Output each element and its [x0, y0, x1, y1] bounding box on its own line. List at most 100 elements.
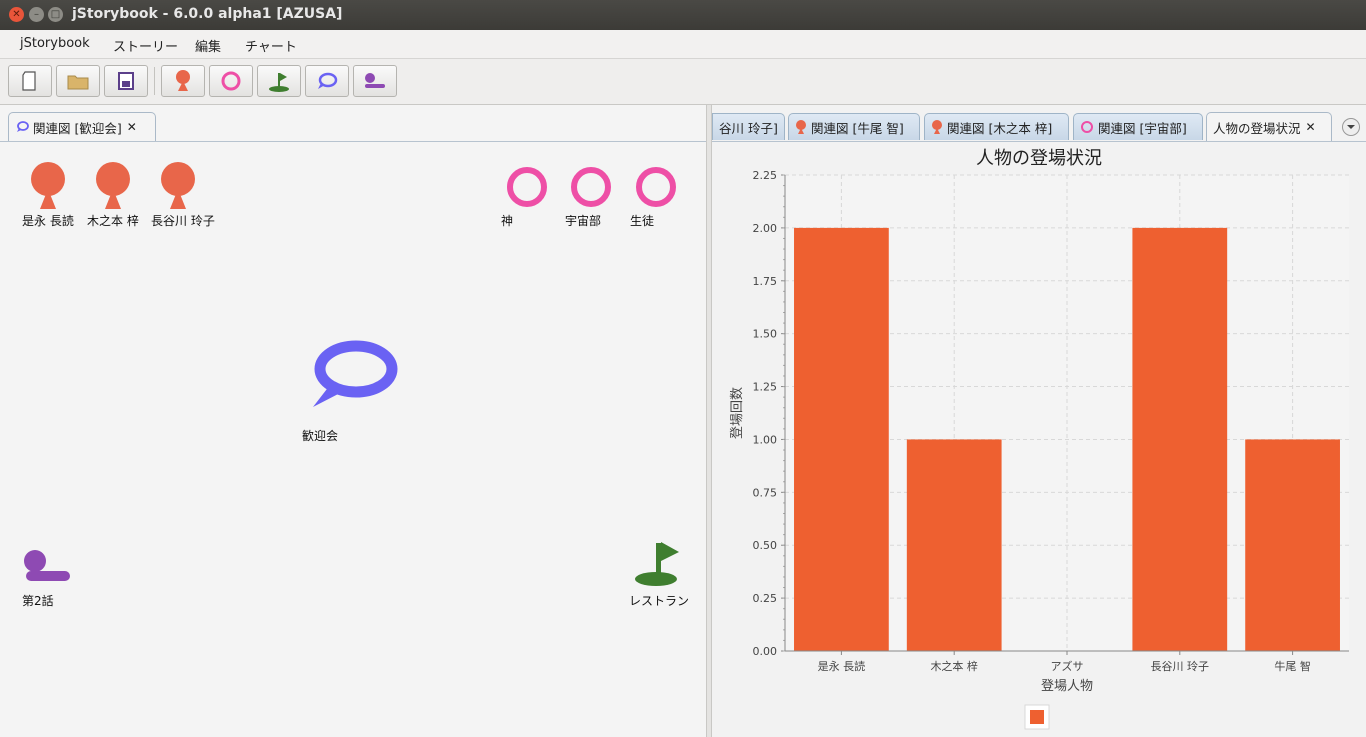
y-axis-label: 登場回数 [730, 387, 745, 439]
x-axis: 是永 長読 木之本 梓 アズサ 長谷川 玲子 牛尾 智 [785, 650, 1349, 673]
person-icon [176, 70, 190, 91]
bar-chart: 0.00 0.25 0.50 0.75 1.00 1.25 1.50 1.75 2.00 2.25… [730, 169, 1349, 730]
y-tick-label: 1.75 [753, 275, 778, 288]
new-chapter-button[interactable] [353, 65, 397, 97]
tab-character-appearance[interactable]: 人物の登場状況 ✕ [1206, 112, 1332, 141]
tab-close-icon[interactable]: ✕ [127, 120, 137, 134]
place-icon [635, 542, 679, 586]
scene-node[interactable] [308, 337, 402, 415]
y-axis: 0.00 0.25 0.50 0.75 1.00 1.25 1.50 1.75 2.00 2.25 [753, 169, 786, 658]
person-node[interactable] [29, 161, 67, 215]
save-button[interactable] [104, 65, 148, 97]
window-minimize-button[interactable]: – [29, 7, 44, 22]
tab-label: 谷川 玲子] [719, 120, 778, 136]
window-title: jStorybook - 6.0.0 alpha1 [AZUSA] [72, 6, 343, 22]
x-axis-label: 登場人物 [1041, 679, 1093, 694]
person-node[interactable] [94, 161, 132, 215]
person-icon [96, 162, 130, 209]
new-file-button[interactable] [8, 65, 52, 97]
person-icon [161, 162, 195, 209]
toolbar-separator [154, 67, 155, 95]
x-tick-label: 木之本 梓 [930, 659, 978, 673]
y-tick-label: 1.00 [753, 433, 778, 446]
group-node[interactable] [634, 165, 678, 213]
menu-bar: jStorybook ストーリー 編集 チャート [0, 30, 1366, 59]
title-bar: ✕ – □ jStorybook - 6.0.0 alpha1 [AZUSA] [0, 0, 1366, 30]
place-label: レストラン [629, 594, 690, 608]
person-icon [932, 119, 942, 134]
tab-label: 人物の登場状況 [1213, 120, 1301, 136]
legend-swatch [1030, 710, 1044, 724]
group-node[interactable] [569, 165, 613, 213]
new-place-button[interactable] [257, 65, 301, 97]
y-tick-label: 2.25 [753, 169, 778, 182]
tab-label: 関連図 [宇宙部] [1098, 120, 1187, 136]
group-icon [507, 167, 547, 207]
window-maximize-button[interactable]: □ [48, 7, 63, 22]
person-icon [31, 162, 65, 209]
place-icon [269, 73, 289, 92]
chevron-down-icon [1347, 125, 1355, 129]
group-icon [1081, 121, 1093, 133]
new-person-button[interactable] [161, 65, 205, 97]
tab-label: 関連図 [木之本 梓] [947, 120, 1053, 136]
scene-icon [313, 340, 398, 407]
person-label: 木之本 梓 [87, 214, 139, 228]
group-icon [221, 71, 241, 91]
y-tick-label: 0.50 [753, 539, 778, 552]
tab-relation-ushio[interactable]: 関連図 [牛尾 智] [788, 113, 920, 140]
scene-icon [318, 72, 338, 89]
tab-label: 関連図 [歓迎会] [33, 120, 122, 136]
x-tick-label: アズサ [1051, 659, 1084, 673]
x-tick-label: 牛尾 智 [1274, 659, 1311, 673]
group-label: 生徒 [630, 214, 655, 228]
relation-diagram-pane: 関連図 [歓迎会] ✕ 是永 長読 木之本 梓 長谷川 玲子 神 宇宙部 生徒 … [0, 105, 707, 737]
open-folder-icon [67, 75, 89, 90]
chapter-icon [365, 73, 385, 88]
bar [1132, 227, 1228, 651]
chart-pane: 谷川 玲子] 関連図 [牛尾 智] 関連図 [木之本 梓] 関連図 [宇宙部] … [712, 105, 1366, 737]
new-file-icon [22, 71, 36, 91]
y-tick-label: 1.50 [753, 328, 778, 341]
open-folder-button[interactable] [56, 65, 100, 97]
menu-story[interactable]: ストーリー [113, 36, 178, 55]
bar [906, 439, 1002, 651]
new-scene-button[interactable] [305, 65, 349, 97]
place-node[interactable] [632, 539, 682, 593]
chapter-label: 第2話 [22, 594, 54, 608]
person-label: 是永 長読 [22, 214, 74, 228]
scene-label: 歓迎会 [302, 429, 339, 443]
tab-relation-space-club[interactable]: 関連図 [宇宙部] [1073, 113, 1203, 140]
y-tick-label: 0.00 [753, 645, 778, 658]
chapter-node[interactable] [22, 548, 72, 588]
menu-jstorybook[interactable]: jStorybook [20, 36, 90, 51]
tab-list-dropdown-button[interactable] [1342, 118, 1360, 136]
y-tick-label: 1.25 [753, 381, 778, 394]
group-icon [636, 167, 676, 207]
window-close-button[interactable]: ✕ [9, 7, 24, 22]
person-icon [796, 119, 806, 134]
tab-label: 関連図 [牛尾 智] [811, 120, 904, 136]
toolbar [0, 59, 1366, 105]
left-tab-strip: 関連図 [歓迎会] ✕ [0, 105, 706, 142]
group-icon [571, 167, 611, 207]
tab-relation-hasegawa[interactable]: 谷川 玲子] [712, 113, 785, 140]
x-tick-label: 是永 長読 [818, 659, 866, 673]
x-tick-label: 長谷川 玲子 [1151, 660, 1210, 673]
group-node[interactable] [505, 165, 549, 213]
y-tick-label: 0.25 [753, 592, 778, 605]
tab-close-icon[interactable]: ✕ [1306, 120, 1316, 134]
bar [794, 227, 889, 651]
save-icon [118, 72, 134, 90]
menu-chart[interactable]: チャート [245, 36, 297, 55]
menu-edit[interactable]: 編集 [195, 36, 221, 55]
person-node[interactable] [159, 161, 197, 215]
right-tab-strip: 谷川 玲子] 関連図 [牛尾 智] 関連図 [木之本 梓] 関連図 [宇宙部] … [712, 105, 1366, 142]
person-label: 長谷川 玲子 [151, 214, 215, 228]
new-group-button[interactable] [209, 65, 253, 97]
group-label: 神 [501, 214, 514, 228]
tab-relation-welcome[interactable]: 関連図 [歓迎会] ✕ [8, 112, 156, 141]
tab-relation-kinomoto[interactable]: 関連図 [木之本 梓] [924, 113, 1069, 140]
y-tick-label: 0.75 [753, 486, 778, 499]
scene-icon [17, 121, 29, 132]
